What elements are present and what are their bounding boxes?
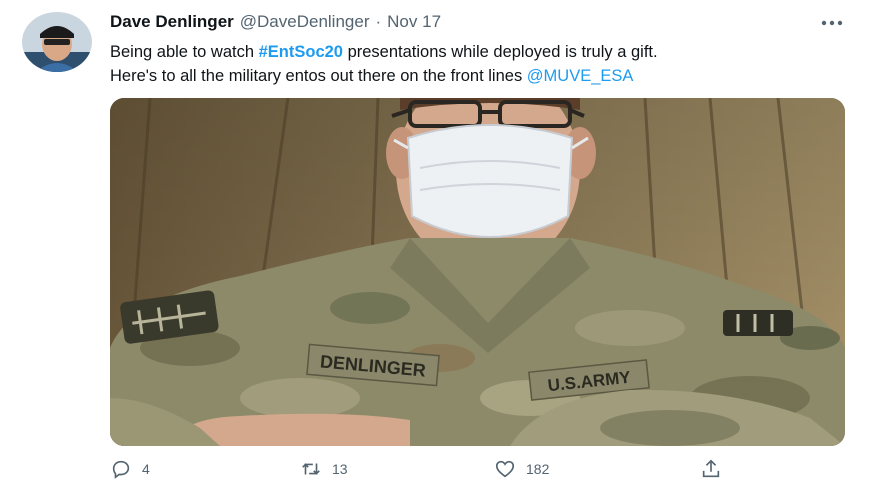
tweet-text: Being able to watch #EntSoc20 presentati… [110, 40, 860, 88]
display-name[interactable]: Dave Denlinger [110, 12, 234, 32]
tweet-text-segment: presentations while deployed is truly a … [342, 43, 658, 61]
like-button[interactable]: 182 [494, 458, 549, 480]
retweet-button[interactable]: 13 [300, 458, 348, 480]
user-handle[interactable]: @DaveDenlinger [240, 12, 370, 32]
tweet-text-line-2: Here's to all the military entos out the… [110, 64, 860, 88]
tweet-text-line-1: Being able to watch #EntSoc20 presentati… [110, 40, 860, 64]
reply-count: 4 [142, 461, 150, 477]
tweet-actions: 4 13 182 [110, 458, 730, 488]
more-icon [821, 20, 843, 26]
retweet-icon [302, 463, 320, 475]
heart-icon [495, 460, 515, 478]
avatar[interactable] [22, 12, 92, 72]
share-button[interactable] [700, 458, 722, 480]
more-options-button[interactable] [818, 14, 846, 32]
hashtag-link[interactable]: #EntSoc20 [259, 43, 343, 61]
reply-icon [112, 460, 130, 479]
mention-link[interactable]: @MUVE_ESA [527, 67, 634, 85]
tweet-media[interactable]: DENLINGER U.S.ARMY [110, 98, 845, 446]
reply-button[interactable]: 4 [110, 458, 150, 480]
like-count: 182 [526, 461, 550, 477]
tweet-text-segment: Being able to watch [110, 43, 259, 61]
tweet-photo: DENLINGER U.S.ARMY [110, 98, 845, 446]
avatar-image [22, 12, 92, 72]
tweet-timestamp[interactable]: Nov 17 [387, 12, 441, 32]
tweet-text-segment: Here's to all the military entos out the… [110, 67, 527, 85]
retweet-count: 13 [332, 461, 348, 477]
separator-dot: · [375, 12, 382, 31]
share-icon [702, 459, 720, 478]
tweet-header: Dave Denlinger @DaveDenlinger · Nov 17 [110, 12, 441, 36]
